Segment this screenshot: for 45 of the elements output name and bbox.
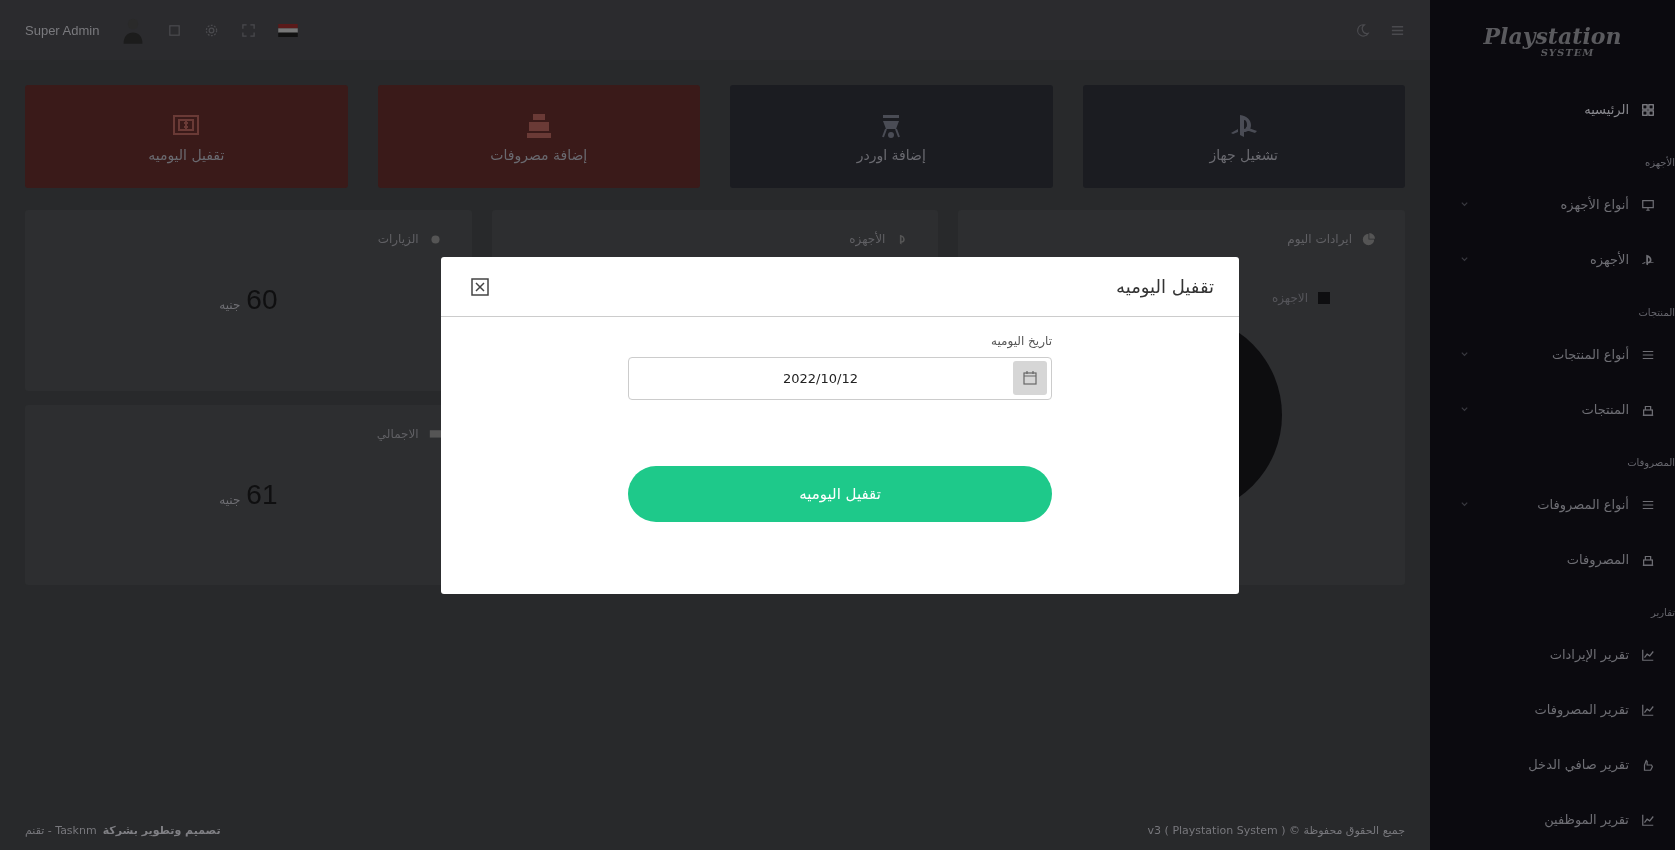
- user-name[interactable]: Super Admin: [25, 22, 100, 38]
- sidebar-item[interactable]: الأجهزه: [1430, 232, 1675, 287]
- sidebar-item[interactable]: أنواع الأجهزه: [1430, 177, 1675, 232]
- sidebar-item[interactable]: المنتجات: [1430, 382, 1675, 437]
- chart-icon: [1641, 647, 1655, 662]
- submit-button[interactable]: تقفيل اليوميه: [628, 466, 1052, 522]
- calendar-button[interactable]: [1013, 361, 1047, 395]
- legend-swatch: [1318, 292, 1330, 304]
- action-card[interactable]: إضافة اوردر: [730, 85, 1053, 188]
- square-icon[interactable]: [167, 22, 183, 38]
- chart-icon: [1641, 702, 1655, 717]
- grid-icon: [1641, 102, 1655, 117]
- copyright-text: جميع الحقوق محفوظة © ( Playstation System ) v3: [1147, 823, 1405, 837]
- flag-icon[interactable]: [278, 23, 299, 37]
- field-label: تاريخ اليوميه: [990, 334, 1052, 348]
- sidebar-section-label: تقارير: [1650, 606, 1675, 620]
- action-card[interactable]: تشغيل جهاز: [1082, 85, 1405, 188]
- sidebar-item[interactable]: تقرير صافي الدخل: [1430, 737, 1675, 792]
- stat-unit: جنيه: [219, 298, 241, 312]
- company-link[interactable]: Tasknm - تقنم: [25, 823, 97, 837]
- credit-text: تصميم وتطوير بشركة: [102, 823, 221, 837]
- sidebar-item[interactable]: الرئيسيه: [1430, 82, 1675, 137]
- date-field[interactable]: 2022/10/12: [628, 357, 1052, 400]
- calendar-icon: [1022, 370, 1038, 386]
- sidebar-item[interactable]: أنواع المصروفات: [1430, 477, 1675, 532]
- sidebar-section-label: الأجهزه: [1644, 155, 1675, 171]
- sidebar-item[interactable]: المصروفات: [1430, 532, 1675, 587]
- moon-icon[interactable]: [1355, 22, 1370, 38]
- sidebar-item[interactable]: تقرير الموظفين: [1430, 792, 1675, 847]
- action-card[interactable]: تقفيل اليوميه: [25, 85, 348, 188]
- sidebar-section-label: المصروفات: [1627, 456, 1675, 471]
- sidebar-item[interactable]: تقرير الإيرادات: [1430, 627, 1675, 682]
- pie-icon: [1362, 232, 1375, 246]
- chart-icon: [1641, 812, 1655, 827]
- monitor-icon: [1641, 197, 1655, 212]
- sidebar-item[interactable]: أنواع المنتجات: [1430, 327, 1675, 382]
- settings-icon[interactable]: [204, 22, 220, 38]
- action-card[interactable]: إضافة مصروفات: [377, 85, 700, 188]
- sidebar-section-label: المنتجات: [1638, 306, 1675, 320]
- stat-unit: جنيه: [219, 492, 241, 507]
- logo[interactable]: Playstation SYSTEM: [1430, 0, 1675, 82]
- hand-icon: [1641, 757, 1655, 772]
- modal-title: تقفيل اليوميه: [1116, 276, 1214, 297]
- sidebar-item[interactable]: تقرير المصروفات: [1430, 682, 1675, 737]
- close-icon[interactable]: [471, 277, 489, 296]
